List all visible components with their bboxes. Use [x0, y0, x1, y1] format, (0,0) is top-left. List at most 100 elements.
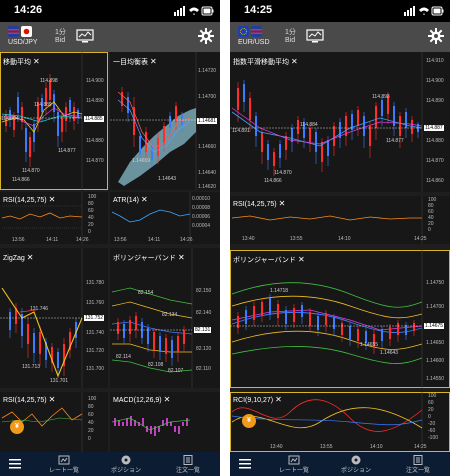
ema-chart-panel[interactable]: 指数平滑移動平均 ✕ 114.898 114.891 114.884 114.87…: [230, 52, 450, 192]
axis-tick: 82.140: [196, 310, 212, 316]
tab-positions[interactable]: ポジション: [326, 452, 386, 476]
chart-layout-icon[interactable]: [76, 29, 94, 43]
close-icon[interactable]: ✕: [164, 395, 171, 404]
price-label: 1.14655: [360, 342, 379, 348]
currency-pair-selector[interactable]: EUR/USD: [238, 39, 270, 46]
price-type-label[interactable]: Bid: [285, 37, 295, 44]
tab-menu[interactable]: [0, 452, 30, 476]
axis-tick: 114.900: [86, 78, 104, 84]
current-price-box: 131.752: [84, 315, 105, 321]
close-icon[interactable]: ✕: [27, 253, 34, 262]
close-icon[interactable]: ✕: [275, 395, 282, 404]
time-tick: 14:11: [148, 237, 161, 243]
bollinger-chart-panel[interactable]: ボリンジャーバンド ✕ 82.154 82.134 82.114 82.108 8…: [110, 248, 220, 388]
tab-orders[interactable]: 注文一覧: [158, 452, 218, 476]
current-price-box: 1.14675: [424, 323, 445, 329]
price-label: 114.898: [40, 78, 58, 84]
time-tick: 13:55: [320, 444, 333, 450]
axis-tick: 0: [428, 414, 431, 420]
axis-tick: 1.14700: [198, 94, 217, 100]
axis-tick: 114.900: [426, 78, 444, 84]
timeframe-selector[interactable]: 1分: [285, 27, 296, 37]
tab-rate-list[interactable]: レート一覧: [34, 452, 94, 476]
left-phone-screen: 14:26 USD/JPY 1分 Bid 移動平均 ✕ 114.898 114.…: [0, 0, 220, 476]
close-icon[interactable]: ✕: [49, 395, 56, 404]
bottom-tab-bar: レート一覧 ポジション 注文一覧: [230, 452, 450, 476]
axis-tick: 0.00006: [192, 214, 211, 220]
close-icon[interactable]: ✕: [279, 199, 286, 208]
close-icon[interactable]: ✕: [141, 195, 148, 204]
price-type-label[interactable]: Bid: [55, 37, 65, 44]
price-label: 82.134: [162, 312, 178, 318]
yen-order-button[interactable]: ¥: [242, 414, 256, 428]
tab-menu[interactable]: [230, 452, 260, 476]
timeframe-selector[interactable]: 1分: [55, 27, 66, 37]
axis-tick: 82.120: [196, 346, 212, 352]
time-tick: 13:56: [114, 237, 127, 243]
price-label: 114.884: [1, 116, 19, 122]
chart-grid: 指数平滑移動平均 ✕ 114.898 114.891 114.884 114.87…: [230, 52, 450, 452]
sma-chart-panel[interactable]: 移動平均 ✕ 114.898 114.889 114.884 114.877 11…: [0, 52, 108, 190]
rate-list-icon: [58, 455, 70, 465]
close-icon[interactable]: ✕: [150, 57, 157, 66]
close-icon[interactable]: ✕: [49, 195, 56, 204]
signal-wifi-battery-icon: [174, 6, 214, 16]
time-tick: 14:25: [414, 444, 427, 450]
eur-usd-flags-icon: [238, 26, 262, 37]
tab-positions[interactable]: ポジション: [96, 452, 156, 476]
price-label: 1.14643: [158, 176, 177, 182]
chart-header: EUR/USD 1分 Bid: [230, 22, 450, 52]
rsi-indicator-title: RSI(14,25,75) ✕: [233, 199, 286, 208]
axis-tick: -60: [428, 428, 436, 434]
time-tick: 14:10: [338, 236, 351, 242]
axis-tick: 1.14620: [198, 184, 217, 190]
axis-tick: 100: [428, 393, 437, 399]
rate-list-icon: [288, 455, 300, 465]
price-label: 114.898: [372, 94, 390, 100]
axis-tick: 131.740: [86, 330, 105, 336]
axis-tick: 80: [88, 201, 94, 207]
axis-tick: 100: [88, 396, 97, 402]
current-price-box: 114.887: [424, 125, 444, 131]
tab-rate-list[interactable]: レート一覧: [264, 452, 324, 476]
atr-subchart-panel[interactable]: ATR(14) ✕ 0.00010 0.00008 0.00006 0.00004…: [110, 192, 220, 244]
ichimoku-chart-panel[interactable]: 一目均衡表 ✕ 1.14659 1.14643 1.14720 1.14700 1…: [110, 52, 220, 190]
axis-tick: 131.760: [86, 300, 105, 306]
yen-order-button[interactable]: ¥: [10, 420, 24, 434]
currency-pair-selector[interactable]: USD/JPY: [8, 39, 38, 46]
chart-layout-icon[interactable]: [306, 29, 324, 43]
axis-tick: 1.14650: [426, 340, 445, 346]
bollinger-chart-panel[interactable]: ボリンジャーバンド ✕ 1.14718 1.14655 1.14643 1.147…: [230, 250, 450, 388]
tab-label: ポジション: [340, 468, 371, 474]
close-icon[interactable]: ✕: [291, 57, 298, 66]
zigzag-chart-panel[interactable]: ZigZag ✕ 131.746 131.713 131.701 131.780 …: [0, 248, 108, 388]
rsi-subchart-panel[interactable]: RSI(14,25,75) ✕ 100 80 60 40 20 0 13:40 1…: [230, 196, 450, 244]
axis-tick: 80: [88, 404, 94, 410]
gear-icon[interactable]: [428, 28, 444, 44]
axis-tick: 131.780: [86, 280, 105, 286]
axis-tick: 0.00010: [192, 196, 211, 202]
macd-subchart-panel[interactable]: MACD(12,26,9) ✕: [110, 392, 220, 452]
current-price-box: 114.885: [84, 116, 104, 122]
close-icon[interactable]: ✕: [298, 255, 305, 264]
tab-orders[interactable]: 注文一覧: [388, 452, 448, 476]
close-icon[interactable]: ✕: [178, 253, 185, 262]
atr-indicator-title: ATR(14) ✕: [113, 195, 148, 204]
close-icon[interactable]: ✕: [33, 57, 40, 66]
time-tick: 13:56: [12, 237, 25, 243]
rsi-subchart-panel[interactable]: RSI(14,25,75) ✕ 100 80 60 40 20 0 13:56 1…: [0, 192, 108, 244]
current-price-box: 1.14681: [197, 118, 218, 124]
axis-tick: 60: [88, 412, 94, 418]
chart-header: USD/JPY 1分 Bid: [0, 22, 220, 52]
gear-icon[interactable]: [198, 28, 214, 44]
price-label: 114.866: [12, 177, 30, 183]
order-list-icon: [183, 455, 193, 465]
price-label: 114.889: [34, 102, 52, 108]
rsi-subchart-panel[interactable]: RSI(14,25,75) ✕ 100 80 60 40 20 0 ¥: [0, 392, 108, 452]
price-label: 131.746: [30, 306, 49, 312]
axis-tick: 1.14660: [198, 144, 217, 150]
rsi-indicator-title: RSI(14,25,75) ✕: [3, 395, 56, 404]
axis-tick: 1.14550: [426, 376, 445, 382]
rci-subchart-panel[interactable]: RCI(9,10,27) ✕ 100 60 20 0 -20 -60 -100 1…: [230, 392, 450, 452]
axis-tick: 114.880: [426, 138, 444, 144]
